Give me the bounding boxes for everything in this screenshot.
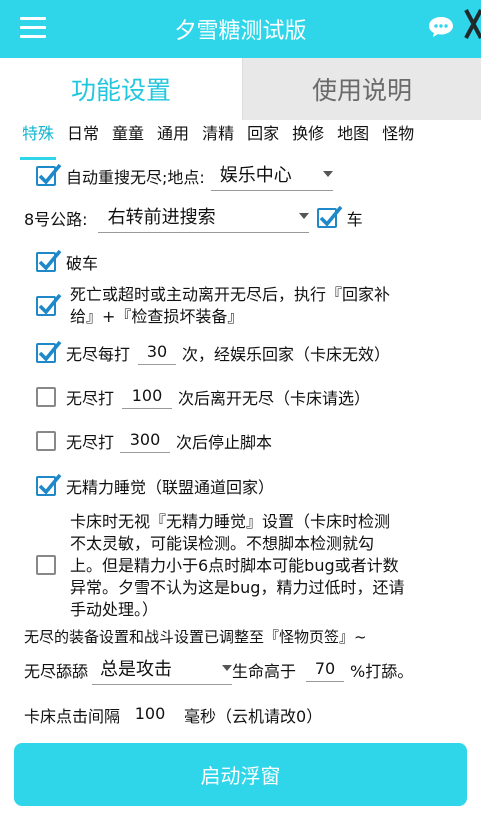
- leave-after-row: 无尽打 100 次后离开无尽（卡床请选）: [36, 383, 370, 411]
- leave-after-checkbox[interactable]: [36, 387, 56, 407]
- notice-text: 无尽的装备设置和战斗设置已调整至『怪物页签』~: [24, 627, 367, 646]
- title-bar: 夕雪糖测试版: [0, 0, 481, 58]
- chevron-down-icon: [322, 171, 333, 177]
- category-tab-map[interactable]: 地图: [337, 121, 369, 155]
- stop-after-count-input[interactable]: 300: [120, 430, 171, 453]
- death-repair-text: 死亡或超时或主动离开无尽后，执行『回家补 给』+『检查损坏装备』: [70, 284, 390, 328]
- every-hit-row: 无尽每打 30 次，经娱乐回家（卡床无效）: [36, 339, 390, 367]
- category-tab-qingjing[interactable]: 清精: [202, 121, 234, 155]
- no-energy-sleep-label: 无精力睡觉（联盟通道回家）: [66, 478, 275, 497]
- stop-after-prefix: 无尽打: [66, 433, 115, 452]
- category-tabs: 特殊 日常 童童 通用 清精 回家 换修 地图 怪物: [19, 121, 414, 160]
- interval-row: 卡床点击间隔 100 毫秒（云机请改0）: [24, 702, 322, 728]
- lick-prefix: 无尽舔舔: [24, 662, 89, 681]
- category-tab-special[interactable]: 特殊: [19, 121, 57, 160]
- leave-after-prefix: 无尽打: [66, 389, 115, 408]
- death-repair-line2: 给』+『检查损坏装备』: [70, 307, 244, 326]
- every-hit-prefix: 无尽每打: [66, 345, 131, 364]
- category-tab-home[interactable]: 回家: [247, 121, 279, 155]
- road8-row: 8号公路: 右转前进搜索 车: [24, 203, 363, 233]
- category-tab-monster[interactable]: 怪物: [382, 121, 414, 155]
- no-energy-sleep-checkbox[interactable]: [36, 473, 62, 496]
- every-hit-suffix: 次，经娱乐回家（卡床无效）: [182, 345, 391, 364]
- lick-mode-select[interactable]: 总是攻击: [92, 655, 233, 685]
- category-tab-repair[interactable]: 换修: [292, 121, 324, 155]
- leave-after-count-input[interactable]: 100: [122, 386, 173, 409]
- start-floating-window-button[interactable]: 启动浮窗: [14, 743, 467, 806]
- stop-after-checkbox[interactable]: [36, 431, 56, 451]
- auto-search-label: 自动重搜无尽;地点:: [66, 168, 205, 187]
- chevron-down-icon: [298, 213, 309, 219]
- category-tab-general[interactable]: 通用: [157, 121, 189, 155]
- road8-select[interactable]: 右转前进搜索: [97, 203, 309, 233]
- broken-car-checkbox[interactable]: [36, 249, 62, 272]
- interval-prefix: 卡床点击间隔: [24, 707, 121, 726]
- bed-ignore-text: 卡床时无视『无精力睡觉』设置（卡床时检测 不太灵敏，可能误检测。不想脚本检测就勾…: [70, 511, 404, 621]
- interval-suffix: 毫秒（云机请改0）: [184, 707, 323, 726]
- leave-after-suffix: 次后离开无尽（卡床请选）: [178, 389, 371, 408]
- bed-ignore-line: 异常。夕雪不认为这是bug，精力过低时，还请: [70, 578, 405, 597]
- road8-label: 8号公路:: [24, 210, 88, 229]
- bed-ignore-line: 不太灵敏，可能误检测。不想脚本检测就勾: [70, 534, 375, 553]
- every-hit-count-input[interactable]: 30: [138, 342, 177, 365]
- road8-value: 右转前进搜索: [107, 207, 216, 228]
- chat-icon[interactable]: [428, 16, 454, 38]
- broken-car-label: 破车: [66, 254, 99, 273]
- lick-hp-input[interactable]: 70: [306, 659, 345, 682]
- interval-input[interactable]: 100: [126, 704, 175, 727]
- auto-search-row: 自动重搜无尽;地点: 娱乐中心: [36, 161, 333, 191]
- lick-mode-value: 总是攻击: [100, 659, 173, 680]
- tab-instructions[interactable]: 使用说明: [242, 58, 481, 120]
- death-repair-line1: 死亡或超时或主动离开无尽后，执行『回家补: [70, 285, 391, 304]
- bed-ignore-line: 卡床时无视『无精力睡觉』设置（卡床时检测: [70, 512, 391, 531]
- no-energy-sleep-row: 无精力睡觉（联盟通道回家）: [36, 473, 274, 499]
- category-tab-tongtong[interactable]: 童童: [112, 121, 144, 155]
- death-repair-checkbox[interactable]: [36, 293, 62, 316]
- location-value: 娱乐中心: [219, 165, 292, 186]
- app-title: 夕雪糖测试版: [174, 19, 307, 44]
- close-icon[interactable]: [462, 4, 481, 44]
- car-label: 车: [346, 210, 363, 229]
- bed-ignore-checkbox-row: [36, 554, 56, 576]
- bed-ignore-checkbox[interactable]: [36, 555, 56, 575]
- lick-suffix: %打舔。: [350, 662, 414, 681]
- tab-bar: 功能设置 使用说明: [0, 58, 481, 120]
- stop-after-suffix: 次后停止脚本: [176, 433, 273, 452]
- category-tab-daily[interactable]: 日常: [67, 121, 99, 155]
- location-select[interactable]: 娱乐中心: [210, 161, 333, 191]
- broken-car-row: 破车: [36, 249, 98, 275]
- auto-search-checkbox[interactable]: [36, 163, 62, 186]
- car-checkbox[interactable]: [316, 205, 342, 228]
- bed-ignore-line: 手动处理。）: [70, 600, 159, 619]
- bed-ignore-line: 上。但是精力小于6点时脚本可能bug或者计数: [70, 556, 399, 575]
- tab-function-settings[interactable]: 功能设置: [0, 58, 242, 120]
- every-hit-checkbox[interactable]: [36, 340, 62, 363]
- lick-row: 无尽舔舔 总是攻击 生命高于 70 %打舔。: [24, 654, 413, 686]
- lick-mid: 生命高于: [232, 662, 297, 681]
- death-repair-checkbox-row: [36, 293, 62, 317]
- stop-after-row: 无尽打 300 次后停止脚本: [36, 427, 272, 455]
- chevron-down-icon: [222, 665, 233, 671]
